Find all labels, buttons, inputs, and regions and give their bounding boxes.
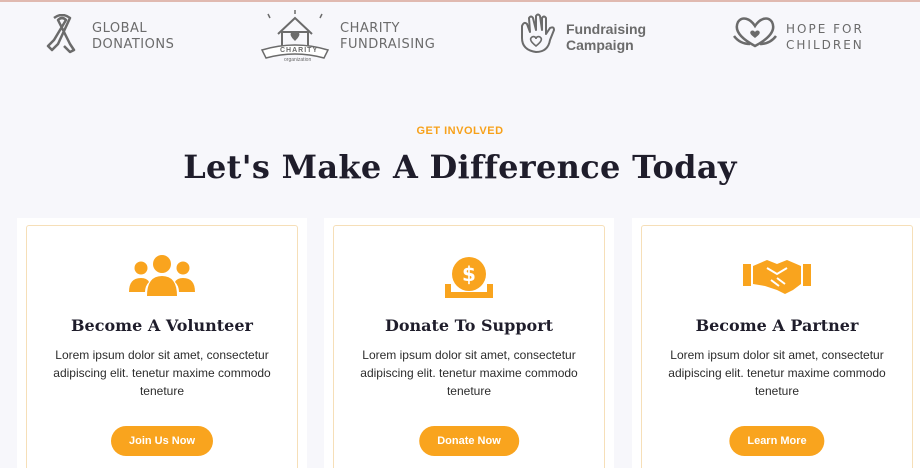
house-heart-icon: CHARITY organization: [258, 10, 332, 64]
hands-heart-icon: [732, 14, 778, 59]
partner-logos: GLOBAL DONATIONS CHARITY organization CH…: [0, 8, 920, 64]
involvement-cards: Become A Volunteer Lorem ipsum dolor sit…: [0, 218, 920, 468]
handshake-icon: [741, 254, 813, 303]
section-heading: Let's Make A Difference Today: [183, 148, 737, 186]
charity-badge-sub: organization: [284, 57, 312, 63]
svg-text:$: $: [462, 262, 476, 286]
hand-heart-icon: [514, 12, 558, 61]
section-eyebrow: GET INVOLVED: [416, 125, 504, 137]
partner-logo-text: HOPE FOR CHILDREN: [786, 21, 864, 52]
partner-logo-fundraising-campaign: Fundraising Campaign: [514, 12, 646, 61]
card-title: Become A Volunteer: [71, 316, 253, 335]
card-text: Lorem ipsum dolor sit amet, consectetur …: [53, 348, 271, 398]
card-volunteer: Become A Volunteer Lorem ipsum dolor sit…: [26, 225, 298, 468]
card-donate-wrap: $ Donate To Support Lorem ipsum dolor si…: [324, 218, 614, 468]
charity-badge-text: CHARITY: [280, 47, 319, 54]
partner-logo-charity-fundraising: CHARITY organization CHARITY FUNDRAISING: [258, 10, 435, 64]
partner-logo-global-donations: GLOBAL DONATIONS: [40, 13, 175, 59]
card-text: Lorem ipsum dolor sit amet, consectetur …: [360, 348, 578, 398]
join-us-button[interactable]: Join Us Now: [110, 426, 214, 456]
card-partner: Become A Partner Lorem ipsum dolor sit a…: [641, 225, 913, 468]
learn-more-button[interactable]: Learn More: [729, 426, 825, 456]
ribbon-icon: [40, 13, 84, 59]
card-volunteer-wrap: Become A Volunteer Lorem ipsum dolor sit…: [17, 218, 307, 468]
partner-logo-text: CHARITY FUNDRAISING: [340, 21, 436, 52]
card-title: Donate To Support: [384, 316, 554, 335]
partner-logo-hope-for-children: HOPE FOR CHILDREN: [732, 14, 864, 59]
coin-dollar-icon: $: [441, 254, 497, 307]
partner-logo-text: GLOBAL DONATIONS: [92, 20, 175, 52]
partner-logo-text: Fundraising Campaign: [566, 20, 647, 53]
card-partner-wrap: Become A Partner Lorem ipsum dolor sit a…: [632, 218, 920, 468]
card-donate: $ Donate To Support Lorem ipsum dolor si…: [333, 225, 605, 468]
group-icon: [127, 254, 197, 303]
card-title: Become A Partner: [695, 316, 859, 335]
card-text: Lorem ipsum dolor sit amet, consectetur …: [668, 348, 886, 398]
donate-now-button[interactable]: Donate Now: [419, 426, 519, 456]
